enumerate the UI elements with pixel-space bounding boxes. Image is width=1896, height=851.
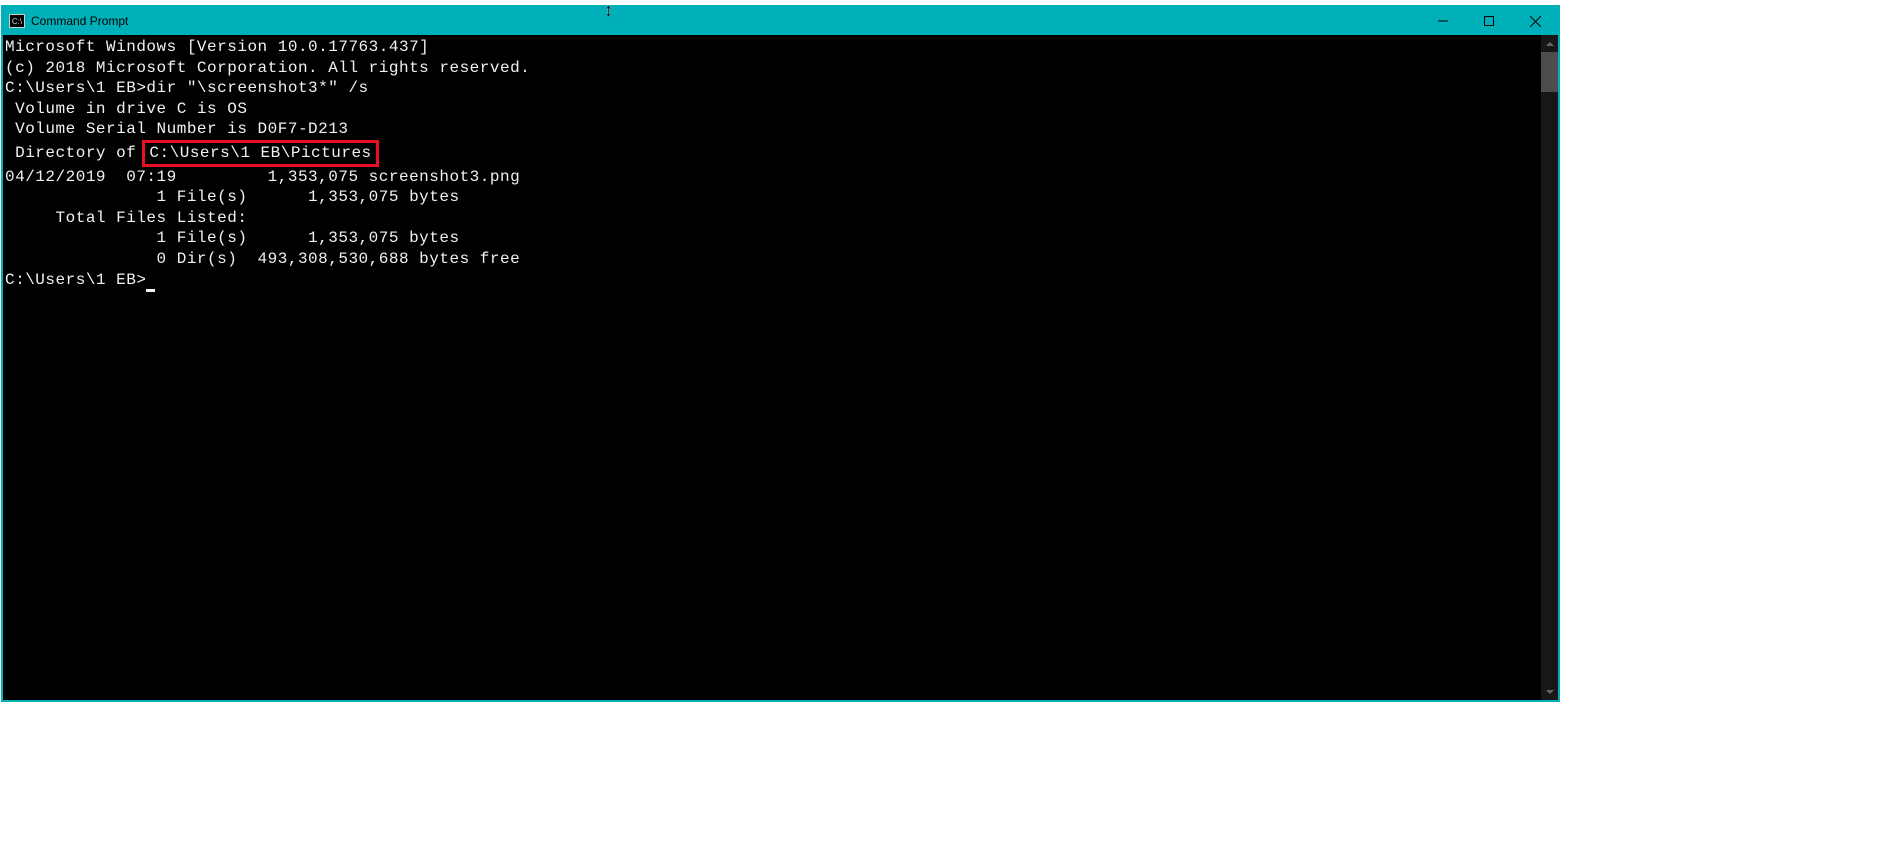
scrollbar-track[interactable] bbox=[1541, 52, 1558, 683]
window-title: Command Prompt bbox=[31, 14, 128, 28]
terminal-area: Microsoft Windows [Version 10.0.17763.43… bbox=[3, 35, 1558, 700]
output-line: (c) 2018 Microsoft Corporation. All righ… bbox=[5, 58, 1541, 79]
output-line: Microsoft Windows [Version 10.0.17763.43… bbox=[5, 37, 1541, 58]
scroll-up-arrow-icon[interactable] bbox=[1541, 35, 1558, 52]
resize-cursor-icon: ↕ bbox=[604, 1, 613, 19]
total-header: Total Files Listed: bbox=[5, 208, 1541, 229]
scrollbar-thumb[interactable] bbox=[1541, 52, 1558, 92]
highlighted-path-annotation: C:\Users\1 EB\Pictures bbox=[142, 140, 378, 167]
total-dirs: 0 Dir(s) 493,308,530,688 bytes free bbox=[5, 249, 1541, 270]
total-files: 1 File(s) 1,353,075 bytes bbox=[5, 228, 1541, 249]
window-controls bbox=[1420, 7, 1558, 35]
minimize-button[interactable] bbox=[1420, 7, 1466, 35]
close-button[interactable] bbox=[1512, 7, 1558, 35]
output-line: Volume in drive C is OS bbox=[5, 99, 1541, 120]
vertical-scrollbar[interactable] bbox=[1541, 35, 1558, 700]
file-row: 04/12/2019 07:19 1,353,075 screenshot3.p… bbox=[5, 167, 1541, 188]
scroll-down-arrow-icon[interactable] bbox=[1541, 683, 1558, 700]
file-summary: 1 File(s) 1,353,075 bytes bbox=[5, 187, 1541, 208]
directory-line: Directory of C:\Users\1 EB\Pictures bbox=[5, 140, 1541, 167]
command-prompt-window: ↕ C:\ Command Prompt Microsoft Windows [… bbox=[1, 5, 1560, 702]
titlebar[interactable]: ↕ C:\ Command Prompt bbox=[3, 7, 1558, 35]
command-line: C:\Users\1 EB>dir "\screenshot3*" /s bbox=[5, 78, 1541, 99]
maximize-button[interactable] bbox=[1466, 7, 1512, 35]
output-line: Volume Serial Number is D0F7-D213 bbox=[5, 119, 1541, 140]
cmd-app-icon: C:\ bbox=[9, 14, 25, 28]
directory-prefix: Directory of bbox=[5, 144, 146, 162]
prompt-text: C:\Users\1 EB> bbox=[5, 271, 146, 289]
prompt-line: C:\Users\1 EB> bbox=[5, 270, 1541, 291]
terminal-output[interactable]: Microsoft Windows [Version 10.0.17763.43… bbox=[3, 35, 1541, 700]
text-cursor bbox=[146, 289, 155, 292]
